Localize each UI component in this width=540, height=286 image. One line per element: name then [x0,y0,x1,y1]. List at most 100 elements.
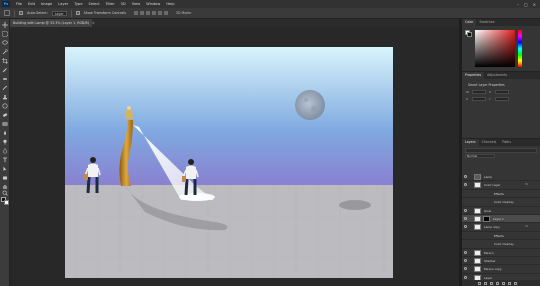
align-center-icon[interactable] [139,11,144,15]
height-field[interactable] [495,90,509,94]
rectangle-icon[interactable] [2,175,8,181]
dodge-icon[interactable] [2,139,8,145]
link-layers-icon[interactable] [478,281,481,285]
layer-effects-icon[interactable]: fx [526,183,528,186]
tab-channels[interactable]: Channels [479,139,500,146]
visibility-eye-icon[interactable] [464,175,467,178]
layer-row[interactable]: Glow [462,207,540,215]
layer-filter-bar[interactable] [465,148,537,153]
tab-adjustments[interactable]: Adjustments [484,72,510,79]
layer-row[interactable]: Shadow [462,257,540,266]
gradient-icon[interactable] [2,121,8,127]
healing-icon[interactable] [2,76,8,82]
layer-row[interactable]: Person [462,249,540,257]
crop-icon[interactable] [2,58,8,64]
visibility-eye-icon[interactable] [464,250,467,254]
history-brush-icon[interactable] [2,103,8,109]
layer-name: Effects [494,191,504,196]
menu-file[interactable]: File [13,2,25,6]
new-layer-icon[interactable] [508,281,511,285]
menu-3d[interactable]: 3D [118,2,129,6]
tab-layers[interactable]: Layers [462,139,479,146]
pen-icon[interactable] [2,148,8,154]
layer-row[interactable]: Color Overlay [462,198,540,207]
menu-window[interactable]: Window [143,2,163,6]
tab-color[interactable]: Color [462,19,477,26]
close-tab-icon[interactable]: × [92,21,95,25]
align-right-icon[interactable] [145,11,150,15]
layer-row[interactable]: Lamp copy fx [462,223,540,232]
auto-select-label: Auto-Select: [27,11,48,15]
menu-select[interactable]: Select [86,2,103,6]
clone-stamp-icon[interactable] [2,94,8,100]
layer-row[interactable]: Lamp [462,173,540,182]
layer-row[interactable]: Layer 1 [462,214,540,224]
layer-name: Person copy [484,267,502,272]
visibility-eye-icon[interactable] [464,258,467,262]
menu-view[interactable]: View [129,2,144,6]
move-tool-preset-icon[interactable] [4,10,10,16]
visibility-eye-icon[interactable] [464,208,467,212]
layer-row[interactable]: Effects [462,190,540,199]
move-icon[interactable] [2,22,8,28]
blur-icon[interactable] [2,130,8,136]
blend-mode-dropdown[interactable]: Normal [465,154,495,158]
align-middle-icon[interactable] [157,11,162,15]
workspace[interactable] [10,27,459,286]
tab-swatches[interactable]: Swatches [476,19,497,26]
layers-list: Lamp Color Layer fx Effects Color Overlay Glo… [462,173,540,283]
layer-mask-thumbnail[interactable] [483,215,490,222]
type-icon[interactable] [2,157,8,163]
align-left-icon[interactable] [133,11,138,15]
menu-filter[interactable]: Filter [103,2,118,6]
add-style-icon[interactable] [484,281,487,285]
document-tab[interactable]: Building with Lamp @ 33.3% (Layer 1, RGB… [10,19,95,27]
zoom-icon[interactable] [2,190,8,196]
width-field[interactable] [472,90,486,94]
auto-select-target-dropdown[interactable]: Layer [51,10,67,16]
maximize-icon[interactable]: □ [524,2,528,7]
marquee-icon[interactable] [2,31,8,37]
visibility-eye-icon[interactable] [464,275,467,279]
quick-select-icon[interactable] [2,49,8,55]
background-color-swatch[interactable] [4,200,9,205]
y-field[interactable] [495,97,509,101]
visibility-eye-icon[interactable] [464,225,467,229]
document-canvas[interactable] [65,47,393,278]
adjustment-layer-icon[interactable] [496,281,499,285]
auto-select-checkbox[interactable] [19,11,23,15]
visibility-eye-icon[interactable] [464,267,467,271]
menu-layer[interactable]: Layer [55,2,71,6]
layer-row[interactable]: Person copy [462,265,540,274]
align-top-icon[interactable] [151,11,156,15]
layer-effects-icon[interactable]: fx [526,225,528,228]
minimize-icon[interactable]: – [517,2,519,7]
lasso-icon[interactable] [2,40,8,46]
color-panel-background-swatch[interactable] [467,32,472,37]
tab-properties[interactable]: Properties [462,72,485,79]
color-picker-field[interactable] [475,30,515,67]
new-group-icon[interactable] [502,281,505,285]
menu-type[interactable]: Type [71,2,85,6]
menu-edit[interactable]: Edit [25,2,38,6]
eraser-icon[interactable] [2,112,8,118]
align-bottom-icon[interactable] [163,11,168,15]
delete-layer-icon[interactable] [514,281,517,285]
layer-row[interactable]: Color Overlay [462,240,540,249]
add-mask-icon[interactable] [490,281,493,285]
tab-paths[interactable]: Paths [499,139,514,146]
path-select-icon[interactable] [2,166,8,172]
menu-image[interactable]: Image [38,2,55,6]
visibility-eye-icon[interactable] [464,216,467,220]
show-transform-checkbox[interactable] [75,11,80,15]
x-field[interactable] [472,97,486,101]
visibility-eye-icon[interactable] [464,183,467,187]
color-panel: Color Swatches [462,19,540,69]
close-window-icon[interactable]: × [533,2,536,7]
brush-icon[interactable] [2,85,8,91]
layer-row[interactable]: Color Layer fx [462,181,540,190]
menu-help[interactable]: Help [163,2,177,6]
layer-row[interactable]: Effects [462,232,540,241]
eyedropper-icon[interactable] [2,67,8,73]
hue-slider[interactable] [518,30,522,67]
